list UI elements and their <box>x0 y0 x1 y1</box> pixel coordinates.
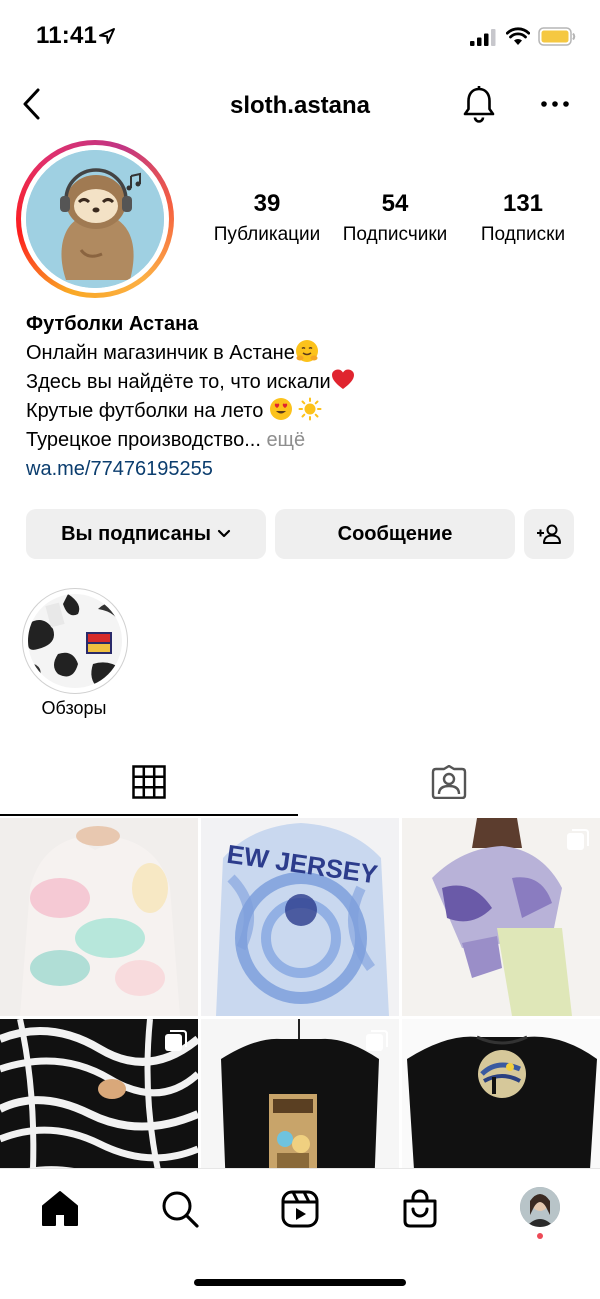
story-highlight[interactable] <box>22 588 128 694</box>
location-arrow-icon <box>99 28 115 44</box>
grid-icon <box>132 765 166 799</box>
profile-bio: Футболки Астана Онлайн магазинчик в Аста… <box>26 310 586 484</box>
hugging-face-emoji-icon <box>295 340 318 362</box>
bio-line: Онлайн магазинчик в Астане <box>26 339 586 368</box>
post-thumbnail[interactable] <box>0 1019 198 1168</box>
status-time: 11:41 <box>36 22 98 49</box>
sloth-avatar-image <box>26 150 164 288</box>
posts-label: Публикации <box>213 224 321 245</box>
message-button-label: Сообщение <box>337 522 453 545</box>
multiple-photos-icon <box>567 829 589 850</box>
bio-line: Крутые футболки на лето <box>26 397 586 426</box>
followers-label: Подписчики <box>342 224 448 245</box>
reels-icon[interactable] <box>278 1187 322 1231</box>
add-user-icon <box>537 524 561 544</box>
multiple-photos-icon <box>165 1030 187 1051</box>
bottom-tab-bar <box>0 1168 600 1299</box>
more-options-icon[interactable] <box>538 94 572 114</box>
following-button[interactable]: Вы подписаны <box>26 509 266 559</box>
profile-tab-avatar[interactable] <box>520 1187 560 1227</box>
stat-posts[interactable]: 39 Публикации <box>205 190 329 246</box>
following-button-label: Вы подписаны <box>61 522 211 545</box>
profile-avatar[interactable] <box>16 140 174 298</box>
heart-eyes-emoji-icon <box>269 398 292 420</box>
tagged-person-icon <box>431 765 467 799</box>
post-thumbnail[interactable] <box>402 818 600 1016</box>
stat-following[interactable]: 131 Подписки <box>464 190 582 246</box>
followers-count: 54 <box>381 190 409 217</box>
profile-header: sloth.astana <box>0 76 600 136</box>
post-thumbnail[interactable]: EW JERSEY <box>201 818 399 1016</box>
post-thumbnail[interactable] <box>0 818 198 1016</box>
status-bar: 11:41 <box>0 0 600 70</box>
multiple-photos-icon <box>366 1030 388 1051</box>
profile-display-name: Футболки Астана <box>26 313 199 335</box>
home-icon[interactable] <box>38 1187 82 1231</box>
post-thumbnail[interactable] <box>402 1019 600 1168</box>
bell-icon[interactable] <box>460 84 498 124</box>
bio-line: Здесь вы найдёте то, что искали <box>26 368 586 397</box>
profile-tabs <box>0 752 600 816</box>
red-heart-emoji-icon <box>331 369 354 389</box>
profile-username: sloth.astana <box>229 92 371 119</box>
wifi-icon <box>506 27 530 45</box>
tab-tagged[interactable] <box>300 752 600 814</box>
bio-website-link[interactable]: wa.me/77476195255 <box>26 455 586 484</box>
bio-line: Турецкое производство... ещё <box>26 429 306 451</box>
posts-grid: EW JERSEY <box>0 818 600 1168</box>
cellular-signal-icon <box>470 29 496 46</box>
notification-dot <box>537 1233 543 1239</box>
following-label: Подписки <box>480 224 566 245</box>
shop-bag-icon[interactable] <box>398 1187 442 1231</box>
home-indicator <box>194 1279 406 1286</box>
following-count: 131 <box>502 190 544 217</box>
message-button[interactable]: Сообщение <box>275 509 515 559</box>
chevron-down-icon <box>217 529 231 538</box>
sun-emoji-icon <box>298 397 322 421</box>
highlight-cover-image <box>28 594 122 688</box>
suggested-users-button[interactable] <box>524 509 574 559</box>
search-icon[interactable] <box>158 1187 202 1231</box>
bio-more-link[interactable]: ещё <box>266 429 305 451</box>
post-thumbnail[interactable] <box>201 1019 399 1168</box>
posts-count: 39 <box>253 190 281 217</box>
stat-followers[interactable]: 54 Подписчики <box>336 190 454 246</box>
battery-icon <box>538 27 576 46</box>
tab-posts-grid[interactable] <box>0 752 298 816</box>
highlight-label: Обзоры <box>41 698 107 718</box>
